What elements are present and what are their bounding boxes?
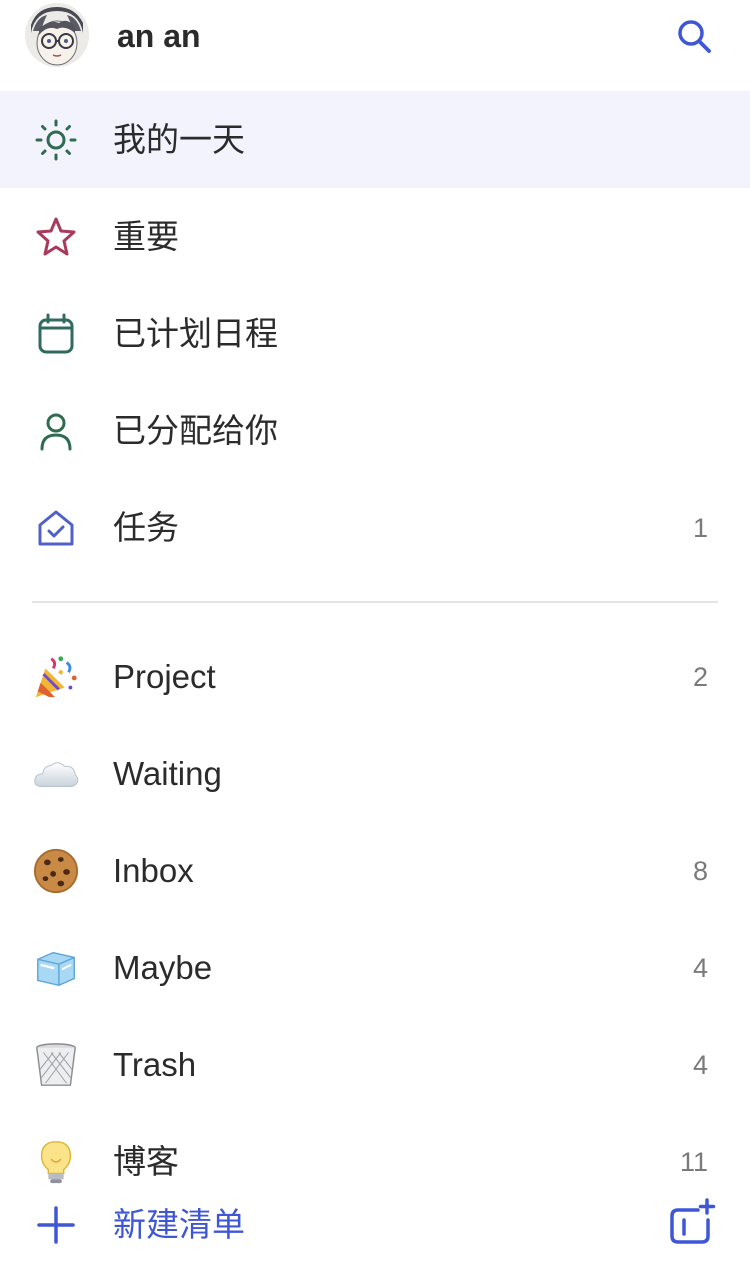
list-item-count: 2 [692, 661, 708, 692]
plus-icon [37, 1206, 75, 1244]
list-item-waiting[interactable]: Waiting [0, 725, 750, 822]
sidebar-item-important[interactable]: 重要 [0, 188, 750, 285]
task-count: 1 [692, 512, 708, 543]
list-item-label: Project [113, 657, 216, 695]
sidebar-item-label: 重要 [113, 217, 179, 255]
list-item-label: 博客 [113, 1142, 179, 1180]
list-item-inbox[interactable]: Inbox 8 [0, 822, 750, 919]
list-item-label: Trash [113, 1045, 197, 1083]
sidebar-item-tasks[interactable]: 任务 1 [0, 479, 750, 576]
list-item-trash[interactable]: Trash 4 [0, 1016, 750, 1113]
person-icon [32, 407, 80, 455]
light-bulb-icon [32, 1138, 80, 1186]
sidebar-item-label: 任务 [113, 508, 179, 546]
list-item-label: Waiting [113, 754, 222, 792]
cloud-icon [32, 750, 80, 798]
party-popper-icon [32, 653, 80, 701]
search-button[interactable] [672, 14, 716, 58]
home-check-icon [32, 504, 80, 552]
wastebasket-icon [32, 1041, 80, 1089]
new-list-label: 新建清单 [113, 1206, 245, 1243]
new-group-icon [670, 1198, 716, 1244]
sidebar-item-label: 已计划日程 [113, 314, 278, 352]
avatar-sketch-icon [25, 3, 89, 67]
sidebar-item-label: 已分配给你 [113, 411, 278, 449]
sun-icon [32, 116, 80, 164]
sidebar-item-label: 我的一天 [113, 120, 245, 158]
list-item-maybe[interactable]: Maybe 4 [0, 919, 750, 1016]
footer: 新建清单 [0, 1190, 750, 1273]
list-item-count: 8 [692, 855, 708, 886]
list-item-count: 11 [679, 1146, 708, 1177]
search-icon [678, 20, 711, 53]
username[interactable]: an an [117, 16, 201, 56]
avatar[interactable] [25, 3, 89, 67]
cookie-icon [32, 847, 80, 895]
sidebar-item-my-day[interactable]: 我的一天 [0, 91, 750, 188]
list-item-count: 4 [692, 1049, 708, 1080]
list-item-count: 4 [692, 952, 708, 983]
sidebar-item-planned[interactable]: 已计划日程 [0, 285, 750, 382]
divider [32, 601, 718, 603]
ice-cube-icon [32, 944, 80, 992]
sidebar-item-assigned[interactable]: 已分配给你 [0, 382, 750, 479]
list-item-label: Maybe [113, 948, 213, 986]
new-list-button[interactable]: 新建清单 [0, 1190, 400, 1260]
calendar-icon [32, 310, 80, 358]
header: an an [0, 0, 750, 80]
star-icon [32, 213, 80, 261]
list-item-label: Inbox [113, 851, 194, 889]
new-group-button[interactable] [668, 1198, 716, 1246]
list-item-project[interactable]: Project 2 [0, 628, 750, 725]
